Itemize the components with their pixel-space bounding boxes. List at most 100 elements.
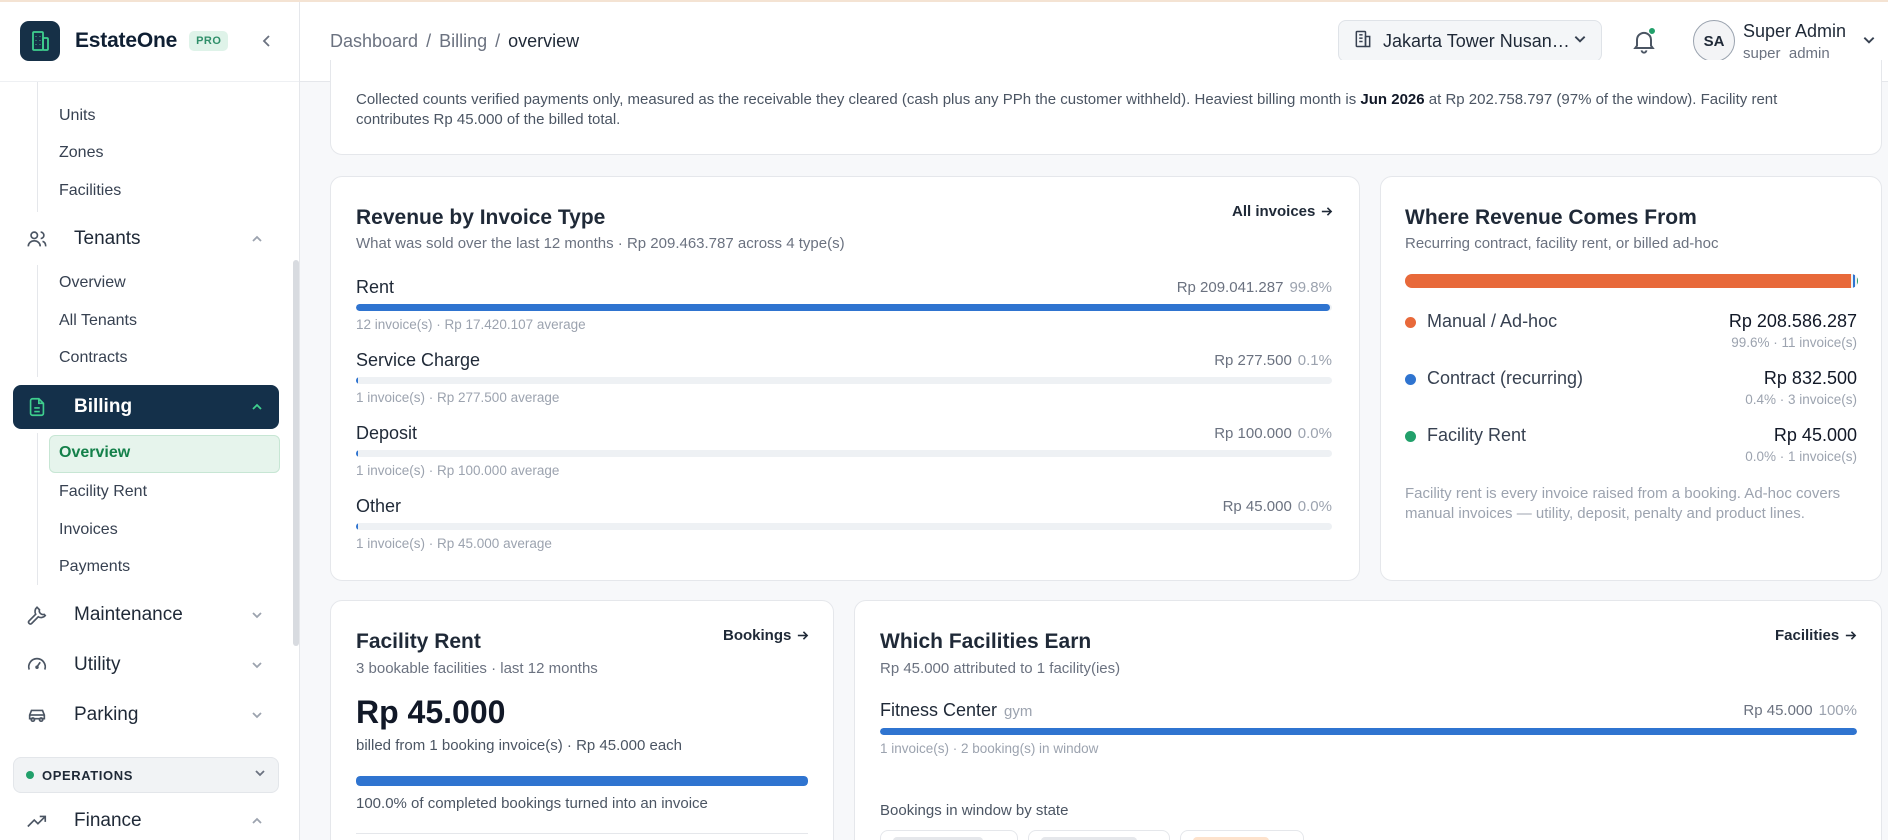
sidebar-group-label: Finance	[74, 810, 142, 831]
card-subtitle: Recurring contract, facility rent, or bi…	[1405, 235, 1719, 252]
revenue-type-amount: Rp 209.041.287 99.8%	[1177, 279, 1332, 296]
summary-note: Collected counts verified payments only,…	[356, 90, 1846, 130]
sidebar-item-payments[interactable]: Payments	[59, 558, 130, 576]
chevron-down-icon[interactable]	[1862, 33, 1876, 52]
bookings-state-label: Bookings in window by state	[880, 802, 1069, 819]
revenue-source-segment	[1852, 274, 1855, 288]
submenu-guide-line	[37, 82, 38, 212]
wrench-icon	[25, 603, 49, 627]
revenue-type-percent: 0.1%	[1297, 352, 1332, 369]
sidebar-item-invoices[interactable]: Invoices	[59, 521, 118, 539]
chevron-down-icon	[1573, 32, 1587, 51]
facility-earn-label: Fitness Center gym	[880, 700, 1032, 721]
revenue-source-amount: Rp 208.586.287	[1728, 311, 1857, 331]
revenue-source-label: Manual / Ad-hoc	[1427, 311, 1558, 331]
revenue-type-bar	[356, 523, 1332, 530]
breadcrumb-billing[interactable]: Billing	[439, 31, 487, 52]
sidebar-group-billing[interactable]: Billing	[13, 385, 279, 429]
revenue-source-amount: Rp 45.000	[1773, 425, 1857, 445]
all-invoices-link[interactable]: All invoices	[1232, 203, 1333, 220]
revenue-type-amount: Rp 100.000 0.0%	[1214, 425, 1332, 442]
summary-note-text: Collected counts verified payments only,…	[356, 91, 1361, 108]
sidebar-item-billing-overview[interactable]: Overview	[59, 444, 130, 462]
revenue-type-label: Other	[356, 496, 402, 516]
sidebar-group-utility[interactable]: Utility	[13, 643, 279, 687]
users-icon	[25, 227, 49, 251]
sidebar-item-contracts[interactable]: Contracts	[59, 349, 127, 367]
trending-up-icon	[25, 809, 49, 833]
conversion-text: 100.0% of completed bookings turned into…	[356, 795, 708, 812]
submenu-guide-line	[37, 265, 38, 377]
booking-state-chip[interactable]	[880, 830, 1018, 840]
user-name[interactable]: Super Admin	[1743, 21, 1846, 42]
revenue-source-meta: 0.0% · 1 invoice(s)	[1745, 449, 1857, 464]
sidebar-item-all-tenants[interactable]: All Tenants	[59, 312, 137, 330]
booking-state-chip[interactable]	[1180, 830, 1304, 840]
revenue-type-bar-fill	[356, 450, 359, 457]
facility-tag: gym	[1004, 703, 1033, 720]
breadcrumb-dashboard[interactable]: Dashboard	[330, 31, 418, 52]
arrow-right-icon	[1322, 207, 1333, 216]
chevron-down-icon	[247, 655, 267, 675]
card-title: Which Facilities Earn	[880, 630, 1092, 653]
pro-badge: PRO	[189, 30, 229, 51]
collapse-sidebar-icon[interactable]	[255, 29, 279, 53]
sidebar-item-facilities[interactable]: Facilities	[59, 182, 121, 200]
revenue-type-bar	[356, 450, 1332, 457]
avatar[interactable]: SA	[1693, 20, 1735, 62]
facility-earn-bar	[880, 728, 1857, 735]
revenue-type-meta: 1 invoice(s) · Rp 45.000 average	[356, 536, 552, 551]
sidebar-item-facility-rent[interactable]: Facility Rent	[59, 483, 147, 501]
property-selector[interactable]: Jakarta Tower Nusantara	[1338, 20, 1602, 62]
sidebar-group-label: Utility	[74, 654, 121, 675]
card-subtitle: What was sold over the last 12 months · …	[356, 235, 845, 252]
revenue-source-amount: Rp 832.500	[1763, 368, 1857, 388]
sidebar-group-parking[interactable]: Parking	[13, 693, 279, 737]
chevron-up-icon	[247, 397, 267, 417]
chevron-down-icon	[254, 766, 266, 784]
bookings-link[interactable]: Bookings	[723, 627, 809, 644]
facility-earn-meta: 1 invoice(s) · 2 booking(s) in window	[880, 741, 1099, 756]
revenue-type-bar-fill	[356, 304, 1331, 311]
revenue-source-footnote: Facility rent is every invoice raised fr…	[1405, 485, 1841, 522]
notifications-bell-icon[interactable]	[1630, 27, 1658, 55]
booking-state-chip[interactable]	[1028, 830, 1170, 840]
sidebar: EstateOne PRO Floors Units Zones Facilit…	[0, 0, 300, 840]
sidebar-item-tenants-overview[interactable]: Overview	[59, 274, 126, 292]
sidebar-group-label: Billing	[74, 396, 133, 417]
revenue-source-label: Facility Rent	[1427, 425, 1527, 445]
revenue-type-percent: 0.0%	[1297, 425, 1332, 442]
sidebar-group-finance[interactable]: Finance	[13, 799, 279, 840]
card-title: Revenue by Invoice Type	[356, 206, 606, 229]
revenue-type-amount-value: Rp 45.000	[1222, 498, 1292, 515]
revenue-type-bar	[356, 377, 1332, 384]
sidebar-group-label: Parking	[74, 704, 139, 725]
revenue-type-amount-value: Rp 100.000	[1214, 425, 1292, 442]
building-logo-icon[interactable]	[20, 20, 60, 61]
chevron-down-icon	[247, 605, 267, 625]
revenue-type-percent: 99.8%	[1289, 279, 1332, 296]
revenue-type-amount-value: Rp 277.500	[1214, 352, 1292, 369]
facilities-link[interactable]: Facilities	[1775, 627, 1857, 644]
revenue-source-label: Contract (recurring)	[1427, 368, 1584, 388]
building-icon	[1353, 29, 1373, 54]
sidebar-group-maintenance[interactable]: Maintenance	[13, 593, 279, 637]
top-accent-stripe	[0, 0, 1888, 2]
sidebar-item-zones[interactable]: Zones	[59, 144, 103, 162]
sidebar-item-units[interactable]: Units	[59, 107, 95, 125]
revenue-type-bar	[356, 304, 1332, 311]
legend-dot	[1405, 374, 1416, 385]
sidebar-group-label: Maintenance	[74, 604, 183, 625]
operations-section-toggle[interactable]: OPERATIONS	[13, 757, 279, 793]
revenue-type-label: Service Charge	[356, 350, 481, 370]
link-label: Facilities	[1775, 627, 1840, 644]
sidebar-group-tenants[interactable]: Tenants	[13, 217, 279, 261]
conversion-progress-bar	[356, 776, 808, 786]
conversion-progress-fill	[356, 776, 808, 786]
car-icon	[25, 703, 49, 727]
revenue-source-segment	[1405, 274, 1851, 288]
revenue-source-bar	[1405, 274, 1858, 288]
sidebar-scrollbar[interactable]	[293, 260, 299, 646]
breadcrumb-current: overview	[508, 31, 580, 51]
brand-header: EstateOne PRO	[0, 0, 299, 82]
